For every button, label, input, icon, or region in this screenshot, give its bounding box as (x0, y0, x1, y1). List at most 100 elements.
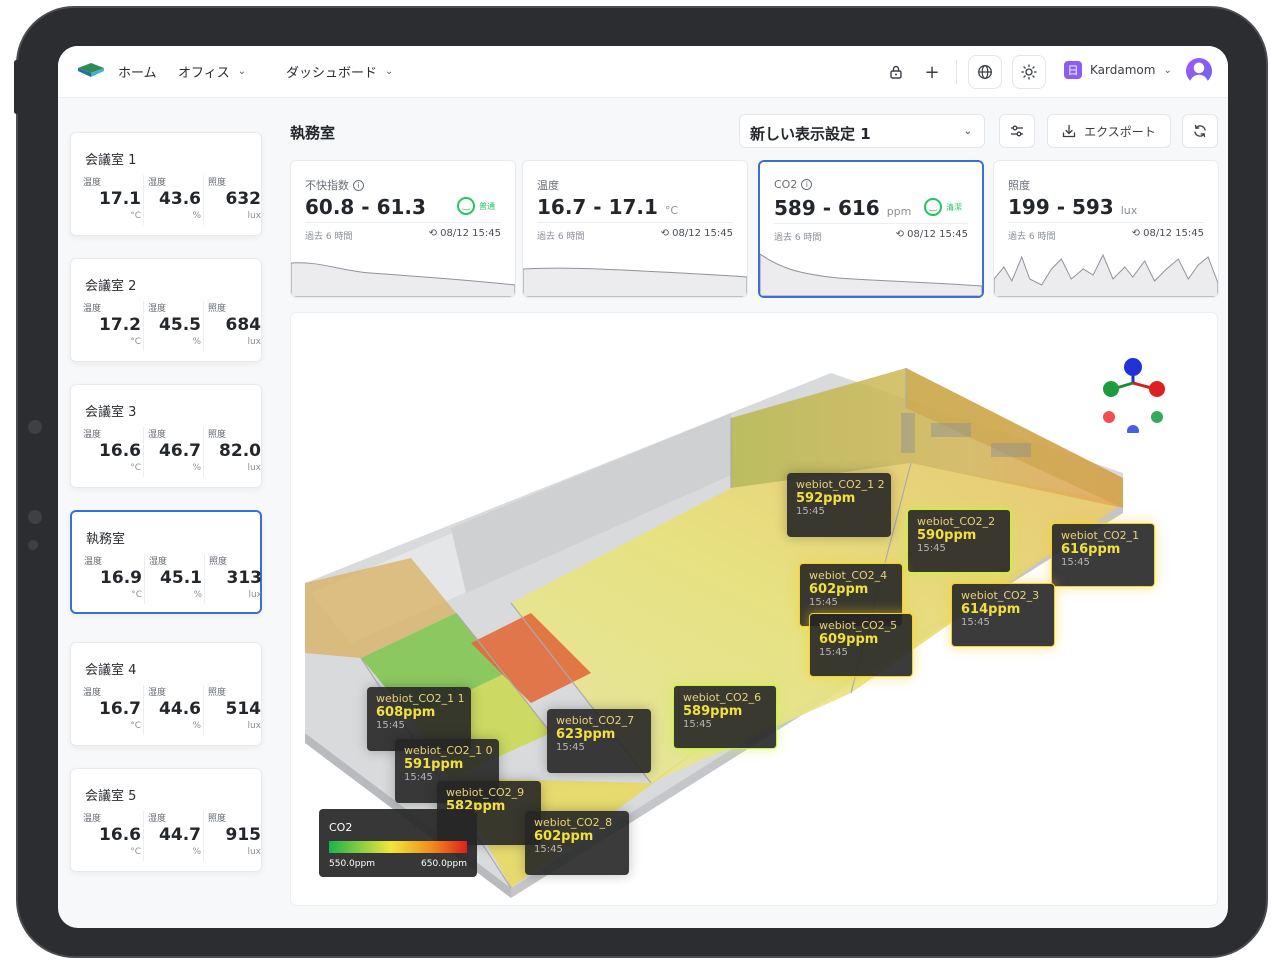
metric-value: 45.1 (160, 568, 202, 588)
sensor-name: webiot_CO2_8 (534, 816, 613, 829)
metric-unit: lux (247, 847, 261, 857)
sensor-label[interactable]: webiot_CO2_6 589ppm 15:45 (673, 685, 777, 749)
stat-value-row: 16.7 - 17.1 °C (537, 195, 678, 219)
export-label: エクスポート (1084, 124, 1156, 139)
floor-3d-view[interactable]: webiot_CO2_1 2 592ppm 15:45 webiot_CO2_2 … (290, 312, 1218, 906)
plus-icon[interactable]: + (920, 60, 944, 84)
user-menu[interactable]: 日 Kardamom ⌄ (1064, 61, 1172, 79)
sensor-name: webiot_CO2_6 (683, 691, 762, 704)
stat-value: 60.8 - 61.3 (305, 195, 426, 219)
info-icon[interactable]: i (353, 179, 364, 191)
sensor-name: webiot_CO2_1 0 (404, 744, 493, 757)
metric-label: 湿度 (148, 178, 167, 188)
room-metric-humidity: 湿度 44.6 % (143, 685, 201, 735)
tablet-sensor-small (28, 540, 38, 550)
sensor-name: webiot_CO2_9 (446, 786, 525, 799)
room-name: 執務室 (86, 532, 126, 547)
room-card[interactable]: 会議室 3 温度 16.6 °C 湿度 46.7 % 照度 82.0 lux (70, 384, 262, 488)
metric-unit: lux (247, 463, 261, 473)
sensor-value: 609ppm (819, 632, 879, 647)
metric-value: 46.7 (159, 441, 201, 461)
axis-gizmo-icon[interactable] (1095, 353, 1165, 433)
metric-label: 温度 (83, 814, 102, 824)
stat-period: 過去 6 時間 (305, 232, 353, 242)
stat-time: 08/12 15:45 (907, 229, 968, 240)
stat-label: 温度 (537, 179, 559, 192)
divider (305, 222, 501, 223)
history-icon: ⟲ (895, 229, 904, 240)
sensor-label[interactable]: webiot_CO2_8 602ppm 15:45 (525, 811, 629, 875)
metric-unit: °C (130, 463, 141, 473)
metric-value: 16.7 (99, 699, 141, 719)
metric-value: 44.7 (159, 825, 201, 845)
sensor-label[interactable]: webiot_CO2_1 616ppm 15:45 (1051, 523, 1155, 587)
metric-label: 照度 (209, 557, 228, 567)
metric-value: 17.1 (99, 189, 141, 209)
metric-value: 915 (225, 825, 262, 845)
filter-settings-button[interactable] (999, 114, 1035, 148)
nav-dashboard-dropdown[interactable]: ダッシュボード ⌄ (286, 62, 393, 81)
sensor-value: 592ppm (796, 491, 856, 506)
stat-time: 08/12 15:45 (672, 228, 733, 239)
sensor-time: 15:45 (376, 720, 405, 731)
sparkline (994, 253, 1218, 297)
metric-label: 照度 (208, 430, 227, 440)
status-text: 清潔 (946, 202, 962, 212)
sensor-value: 623ppm (556, 727, 616, 742)
room-card[interactable]: 会議室 1 温度 17.1 °C 湿度 43.6 % 照度 632 lux (70, 132, 262, 236)
sensor-label[interactable]: webiot_CO2_3 614ppm 15:45 (951, 583, 1055, 647)
divider (537, 222, 733, 223)
sensor-label[interactable]: webiot_CO2_2 590ppm 15:45 (907, 509, 1011, 573)
lock-icon[interactable] (884, 60, 908, 84)
metric-value: 514 (225, 699, 262, 719)
metric-unit: °C (130, 337, 141, 347)
top-nav-bar: ホーム オフィス ⌄ ダッシュボード ⌄ + 日 Kardamom ⌄ (58, 46, 1228, 98)
room-metric-lux: 照度 514 lux (203, 685, 261, 735)
view-setting-select[interactable]: 新しい表示設定 1 ⌄ (739, 114, 985, 148)
info-icon[interactable]: i (801, 179, 813, 190)
room-card[interactable]: 会議室 2 温度 17.2 °C 湿度 45.5 % 照度 684 lux (70, 258, 262, 362)
stat-label-row: CO2 i (774, 178, 813, 191)
nav-home[interactable]: ホーム (118, 62, 157, 81)
sensor-value: 608ppm (376, 705, 436, 720)
room-card[interactable]: 執務室 温度 16.9 °C 湿度 45.1 % 照度 313 lux (70, 510, 262, 614)
stat-label-row: 不快指数 i (305, 177, 364, 193)
metric-unit: lux (247, 721, 261, 731)
stat-card[interactable]: 照度 199 - 593 lux 過去 6 時間 ⟲ 08/12 15:45 (993, 160, 1219, 298)
room-metric-humidity: 湿度 45.1 % (144, 554, 202, 604)
sensor-name: webiot_CO2_4 (809, 569, 888, 582)
status-indicator: ‿ 普通 (457, 197, 495, 215)
export-button[interactable]: エクスポート (1047, 114, 1171, 148)
sensor-label[interactable]: webiot_CO2_7 623ppm 15:45 (547, 709, 651, 773)
room-metric-lux: 照度 313 lux (204, 554, 262, 604)
sun-icon[interactable] (1012, 55, 1046, 89)
stat-period: 過去 6 時間 (774, 233, 822, 243)
room-card[interactable]: 会議室 5 温度 16.6 °C 湿度 44.7 % 照度 915 lux (70, 768, 262, 872)
sensor-time: 15:45 (961, 617, 990, 628)
nav-office-dropdown[interactable]: オフィス ⌄ (178, 62, 246, 81)
stat-card[interactable]: 温度 16.7 - 17.1 °C 過去 6 時間 ⟲ 08/12 15:45 (522, 160, 748, 298)
chevron-down-icon: ⌄ (237, 66, 247, 77)
room-card[interactable]: 会議室 4 温度 16.7 °C 湿度 44.6 % 照度 514 lux (70, 642, 262, 746)
sensor-time: 15:45 (917, 543, 946, 554)
room-name: 会議室 5 (85, 789, 137, 804)
sensor-value: 589ppm (683, 704, 743, 719)
sensor-label[interactable]: webiot_CO2_1 2 592ppm 15:45 (787, 473, 891, 537)
sensor-label[interactable]: webiot_CO2_5 609ppm 15:45 (809, 613, 913, 677)
stat-card[interactable]: 不快指数 i 60.8 - 61.3 ‿ 普通 過去 6 時間 ⟲ 08/12 15… (290, 160, 516, 298)
avatar[interactable] (1186, 58, 1212, 84)
sparkline (760, 253, 982, 296)
refresh-button[interactable] (1182, 114, 1218, 148)
co2-color-legend: CO2 550.0ppm 650.0ppm (319, 809, 477, 877)
legend-title: CO2 (329, 821, 353, 834)
metric-unit: % (192, 463, 201, 473)
stat-value: 199 - 593 (1008, 195, 1114, 219)
metric-label: 照度 (208, 814, 227, 824)
sensor-name: webiot_CO2_1 2 (796, 478, 885, 491)
sensor-time: 15:45 (556, 742, 585, 753)
page-title: 執務室 (290, 124, 336, 142)
org-badge-icon: 日 (1064, 61, 1082, 79)
stat-period: 過去 6 時間 (1008, 232, 1056, 242)
globe-icon[interactable] (968, 55, 1002, 89)
stat-card[interactable]: CO2 i 589 - 616 ppm ‿ 清潔 過去 6 時間 ⟲ 08/12 1… (758, 160, 984, 298)
